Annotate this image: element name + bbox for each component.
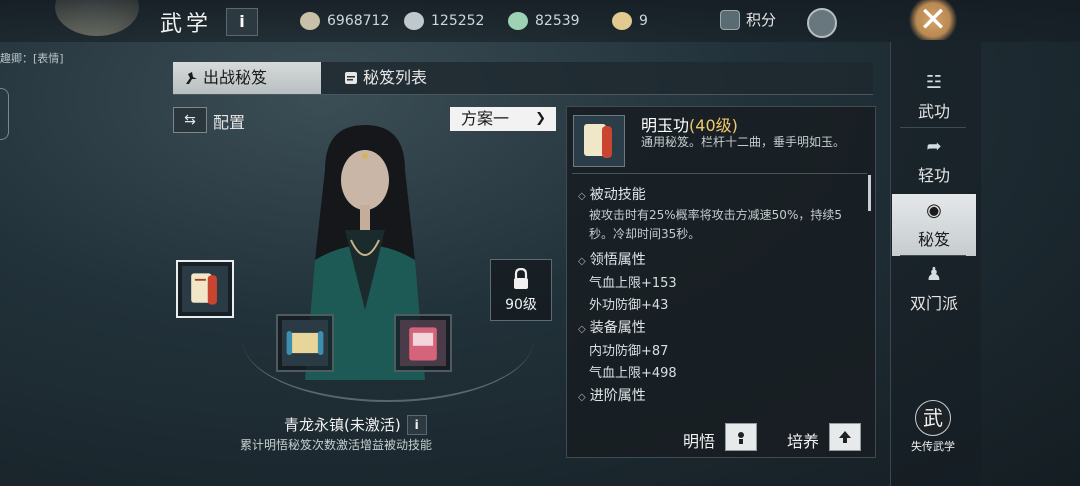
passive-skill-heading: 被动技能	[578, 184, 646, 204]
equip-attr-heading: 装备属性	[578, 317, 646, 337]
plan-dropdown[interactable]: 方案一 ❯	[450, 107, 556, 131]
insight-attr-heading: 领悟属性	[578, 249, 646, 269]
tab-label: 出战秘笈	[203, 68, 268, 87]
insight-stat: 气血上限+153	[589, 276, 677, 291]
config-label: 配置	[213, 113, 246, 132]
book-title: 明玉功	[641, 116, 690, 135]
tab-book-list[interactable]: 秘笈列表	[333, 62, 441, 94]
resource-value: 125252	[431, 13, 485, 29]
insight-stat: 外功防御+43	[589, 298, 669, 313]
nav-martial-arts[interactable]: ☳ 武功	[892, 66, 976, 128]
book-name: 明玉功(40级)	[641, 112, 738, 136]
train-label: 培养	[787, 432, 820, 451]
info-button[interactable]: i	[226, 8, 258, 36]
resource-jade[interactable]: 82539	[508, 10, 580, 32]
chevron-down-icon: ❯	[535, 111, 546, 126]
dual-sect-icon: ♟	[925, 264, 943, 285]
arrow-up-icon	[839, 431, 851, 443]
resource-gold[interactable]: 9	[612, 10, 648, 32]
chat-snippet[interactable]: 趣卿：[表情]	[0, 50, 64, 66]
meditate-icon: ◉	[926, 200, 942, 221]
pink-book-icon	[400, 320, 446, 366]
lock-icon	[514, 267, 528, 289]
book-slot-2[interactable]	[276, 314, 334, 372]
jade-ticket-icon	[508, 12, 528, 30]
lost-arts-icon: 武	[915, 400, 951, 436]
tab-bar: 出战秘笈 秘笈列表	[173, 62, 873, 95]
nav-label: 双门派	[909, 294, 958, 313]
tab-label: 秘笈列表	[363, 68, 428, 87]
advance-attr-heading: 进阶属性	[578, 385, 646, 405]
nav-label: 武功	[917, 102, 950, 121]
resource-silver[interactable]: 125252	[404, 10, 484, 32]
insight-button[interactable]	[725, 423, 757, 451]
book-list-icon	[345, 72, 357, 84]
divider	[572, 173, 867, 174]
plan-value: 方案一	[461, 109, 510, 128]
locked-slot[interactable]: 90级	[490, 259, 552, 321]
lost-arts-button[interactable]: 武 失传武学	[905, 400, 961, 454]
close-button[interactable]: ✕	[906, 0, 960, 40]
shop-icon[interactable]	[807, 8, 837, 38]
red-scroll-book-icon	[182, 266, 228, 312]
resource-value: 6968712	[327, 13, 390, 29]
resource-value: 82539	[535, 13, 580, 29]
blue-scroll-icon	[282, 320, 328, 366]
points-button[interactable]: 积分	[720, 9, 776, 30]
book-subtitle: 通用秘笈。栏杆十二曲，垂手明如玉。	[641, 135, 846, 149]
set-bonus-info-button[interactable]: i	[406, 414, 427, 435]
train-button[interactable]	[829, 423, 861, 451]
passive-skill-text: 被攻击时有25%概率将攻击方减速50%，持续5秒。冷却时间35秒。	[589, 208, 842, 241]
config-icon[interactable]: ⇆	[173, 107, 207, 133]
unlock-level: 90级	[505, 297, 537, 313]
tab-active-books[interactable]: 出战秘笈	[173, 62, 321, 94]
set-bonus-desc: 累计明悟秘笈次数激活增益被动技能	[240, 438, 433, 452]
coin-stack-icon	[300, 12, 320, 30]
lost-arts-label: 失传武学	[911, 440, 955, 453]
nav-label: 轻功	[917, 166, 950, 185]
lamp-icon	[738, 432, 744, 444]
nav-secret-books[interactable]: ◉ 秘笈	[892, 194, 976, 256]
page-title: 武学	[160, 12, 213, 37]
points-label: 积分	[746, 11, 777, 29]
scrollbar[interactable]	[868, 175, 871, 211]
nav-dual-sect[interactable]: ♟ 双门派	[892, 258, 976, 320]
nav-light-skill[interactable]: ➦ 轻功	[892, 130, 976, 192]
martial-figure-icon	[186, 72, 197, 84]
book-level: (40级)	[689, 116, 738, 135]
set-bonus-title: 青龙永镇(未激活) i	[284, 414, 427, 435]
equip-stat: 内功防御+87	[589, 344, 669, 359]
divider	[900, 127, 966, 128]
resource-value: 9	[639, 13, 648, 29]
resource-coins[interactable]: 6968712	[300, 10, 389, 32]
divider	[900, 255, 966, 256]
set-bonus-name: 青龙永镇(未激活)	[284, 416, 401, 434]
silver-ingot-icon	[404, 12, 424, 30]
insight-label: 明悟	[683, 432, 716, 451]
book-slot-3[interactable]	[394, 314, 452, 372]
gold-ingot-add-icon	[612, 12, 632, 30]
nav-label: 秘笈	[917, 230, 950, 249]
equip-stat: 气血上限+498	[589, 366, 677, 381]
leap-icon: ➦	[926, 136, 942, 157]
red-scroll-book-icon	[573, 115, 625, 167]
side-drawer-handle[interactable]	[0, 88, 9, 140]
book-slot-1[interactable]	[176, 260, 234, 318]
points-icon	[720, 9, 740, 30]
martial-pose-icon: ☳	[925, 72, 943, 93]
